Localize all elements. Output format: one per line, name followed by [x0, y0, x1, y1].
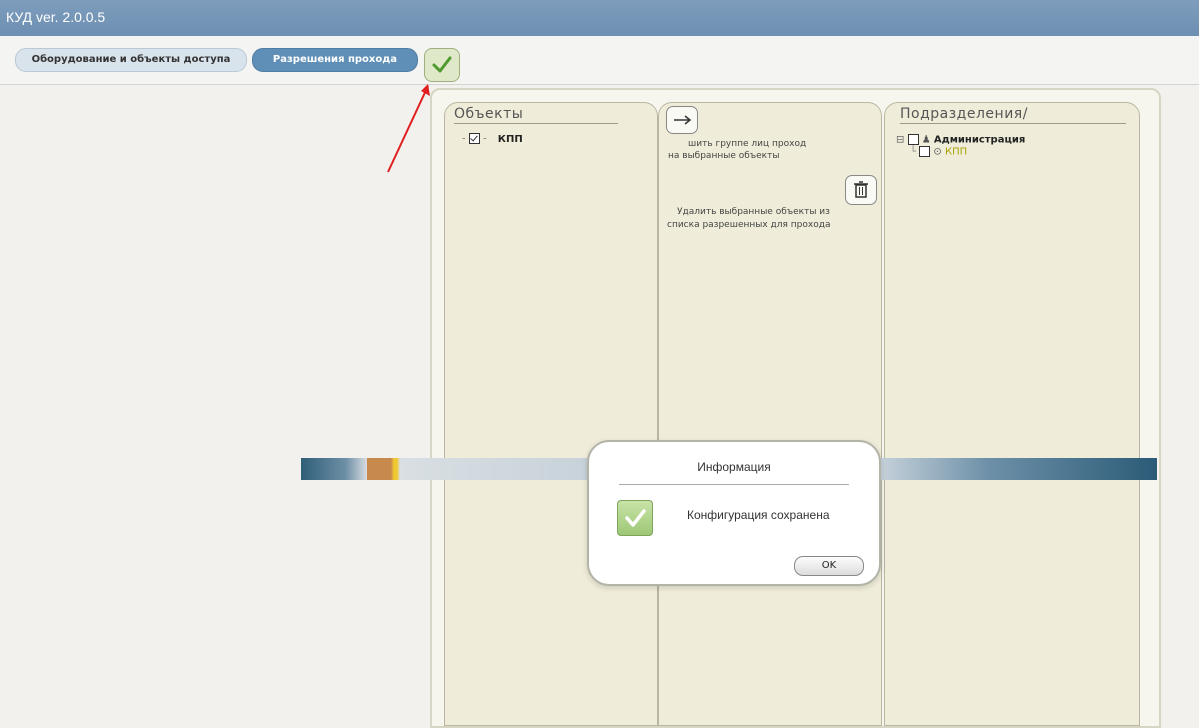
delete-objects-text-line2: списка разрешенных для прохода [667, 220, 831, 230]
checkmark-icon [432, 56, 452, 73]
departments-title: Подразделения/ [900, 106, 1126, 124]
delete-objects-button[interactable] [845, 175, 877, 205]
dialog-divider [619, 484, 849, 485]
info-dialog: Информация Конфигурация сохранена OK [587, 440, 881, 586]
dialog-message: Конфигурация сохранена [687, 508, 830, 522]
department-row: ⊟ ♟ Администрация [896, 134, 1025, 146]
door-icon: ⊙ [933, 146, 942, 157]
department-label[interactable]: КПП [945, 146, 967, 157]
department-checkbox[interactable] [919, 145, 931, 157]
tree-line: - [462, 133, 466, 145]
tab-access-permissions[interactable]: Разрешения прохода [252, 48, 418, 72]
objects-title: Объекты [454, 106, 618, 124]
objects-tree: - - КПП [462, 133, 523, 145]
checkmark-icon [625, 509, 646, 527]
departments-column [884, 102, 1140, 726]
toolbar: Оборудование и объекты доступа Разрешени… [0, 36, 1199, 85]
arrow-right-icon [674, 115, 692, 125]
department-label[interactable]: Администрация [934, 135, 1025, 146]
progress-band-left [301, 458, 601, 480]
trash-icon [854, 181, 868, 198]
tree-line: └ [910, 146, 917, 157]
grant-access-button[interactable] [666, 106, 698, 134]
departments-tree: ⊟ ♟ Администрация └ ⊙ КПП [896, 134, 1025, 157]
delete-objects-text-line1: Удалить выбранные объекты из [677, 207, 830, 217]
title-bar: КУД ver. 2.0.0.5 [0, 0, 1199, 36]
save-button[interactable] [424, 48, 460, 82]
object-item-label[interactable]: КПП [498, 134, 523, 145]
department-checkbox[interactable] [907, 134, 919, 145]
progress-band-right [876, 458, 1157, 480]
dialog-title: Информация [697, 460, 771, 474]
object-checkbox[interactable] [468, 133, 480, 144]
group-icon: ♟ [921, 134, 931, 146]
objects-column [444, 102, 658, 726]
grant-access-text-line2: на выбранные объекты [668, 151, 780, 161]
success-icon [617, 500, 653, 536]
tree-line: - [482, 133, 487, 145]
tab-equipment[interactable]: Оборудование и объекты доступа [15, 48, 247, 72]
app-title: КУД ver. 2.0.0.5 [6, 9, 106, 25]
ok-button[interactable]: OK [794, 556, 864, 576]
expand-toggle-icon[interactable]: ⊟ [896, 135, 904, 146]
department-row: └ ⊙ КПП [910, 145, 1025, 157]
grant-access-text-line1: шить группе лиц проход [688, 139, 807, 149]
